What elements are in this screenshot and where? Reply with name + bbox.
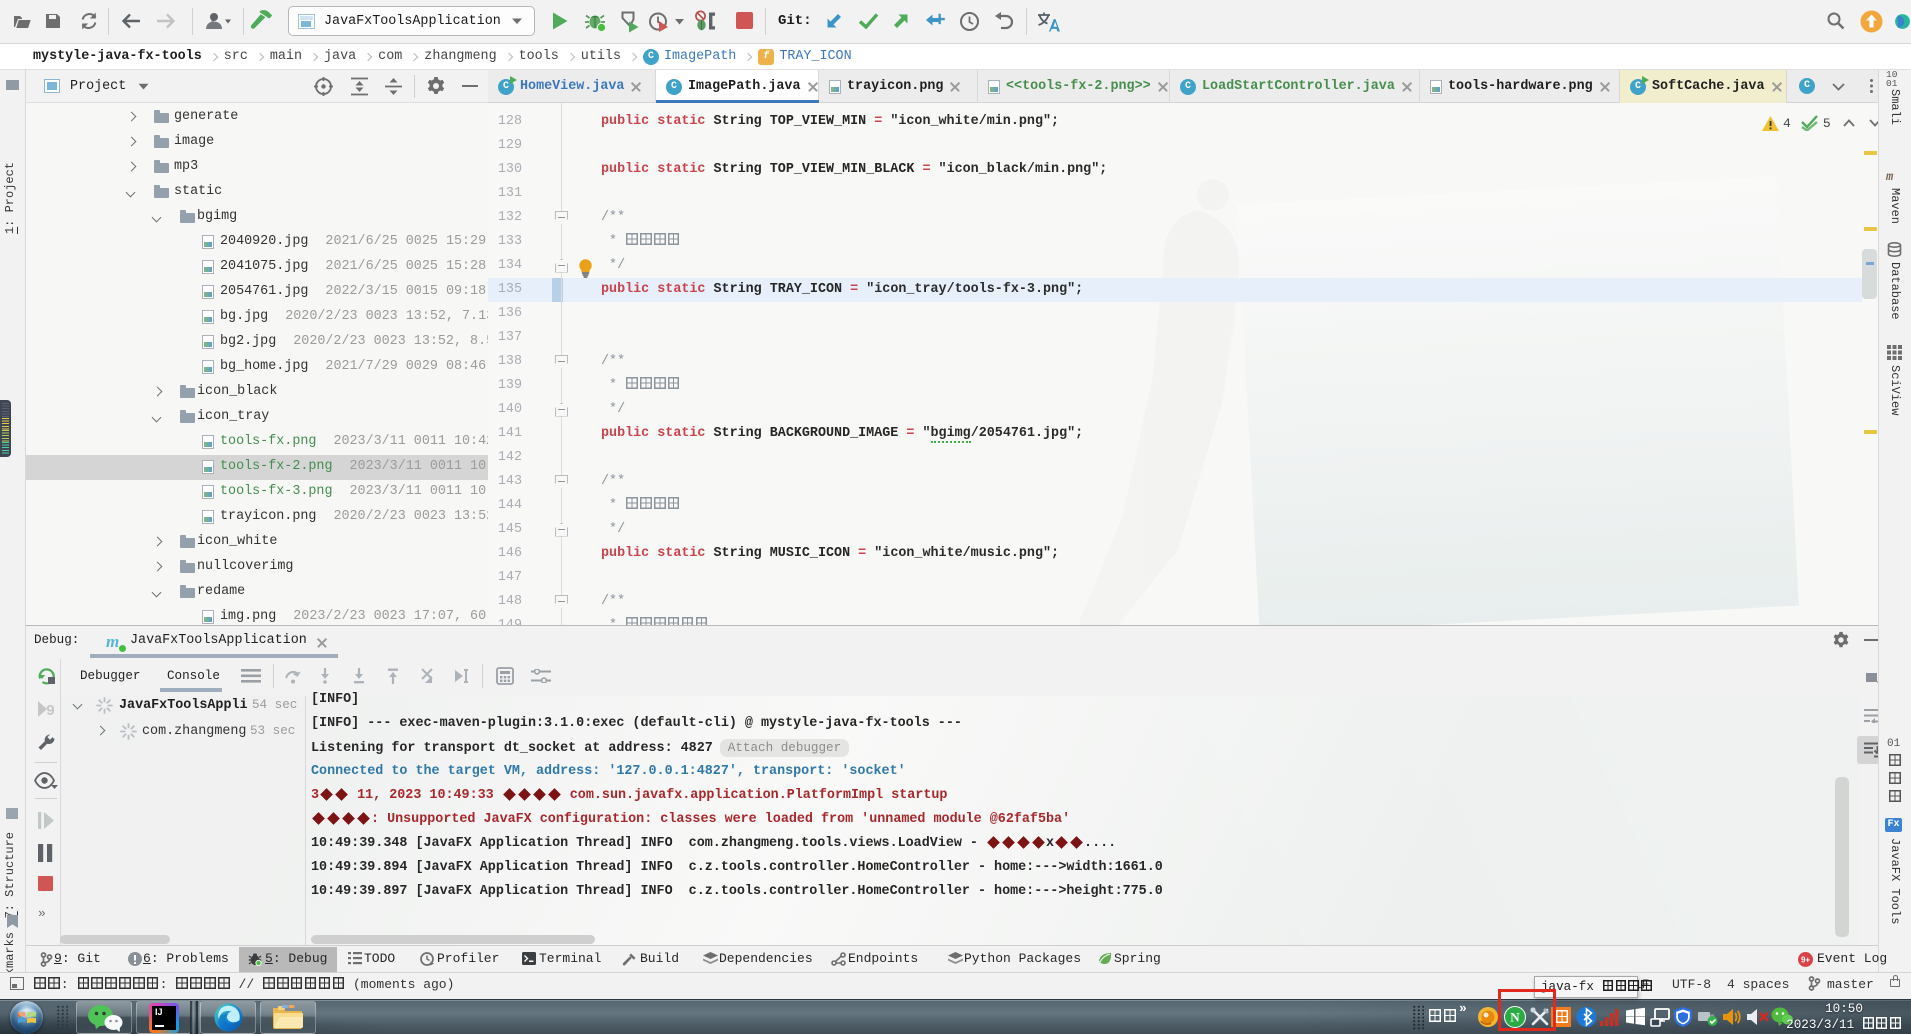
svg-text:9: 9 [46,703,55,719]
svg-text:9+: 9+ [1801,956,1810,965]
